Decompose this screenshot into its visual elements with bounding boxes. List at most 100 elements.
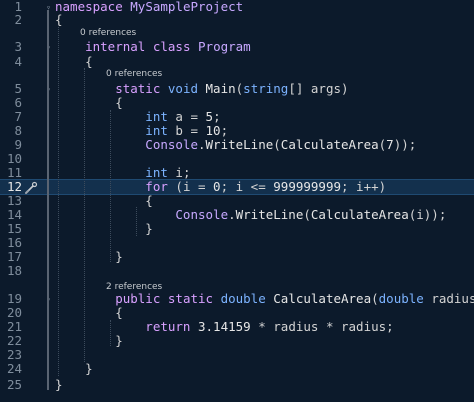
code-text[interactable]: } [55, 362, 93, 376]
code-token: Console [55, 207, 229, 222]
code-token: CalculateArea [280, 137, 379, 152]
code-token: double [220, 291, 266, 306]
code-text[interactable]: namespace MySampleProject [55, 0, 243, 14]
line-number: 16 [6, 235, 22, 250]
code-text[interactable]: } [55, 378, 63, 392]
code-text[interactable]: for (i = 0; i <= 999999999; i++) [55, 180, 386, 194]
code-line-24[interactable]: 24 } [0, 362, 474, 376]
code-line-1[interactable]: 1 namespace MySampleProject [0, 0, 474, 14]
codelens-calculatearea-references[interactable]: 2 references [106, 282, 162, 293]
code-text[interactable]: { [55, 96, 123, 110]
code-token: return [55, 319, 191, 334]
code-text[interactable]: { [55, 194, 153, 208]
code-line-6[interactable]: 6 { [0, 96, 474, 110]
code-text[interactable]: { [55, 306, 123, 320]
code-line-12[interactable]: 12 for (i = 0; i <= 999999999; i++) [0, 179, 474, 195]
outlining-bar [47, 10, 49, 390]
line-number: 25 [6, 377, 22, 392]
code-token: . [198, 137, 206, 152]
code-token: WriteLine [205, 137, 274, 152]
code-line-16[interactable]: 16 [0, 236, 474, 250]
line-number: 4 [14, 54, 22, 69]
code-token: b [175, 123, 183, 138]
code-token: } [55, 249, 123, 264]
indent-guide [110, 320, 111, 346]
code-token: int [55, 109, 168, 124]
code-line-10[interactable]: 10 [0, 152, 474, 166]
code-line-5[interactable]: 5 static void Main(string[] args) [0, 82, 474, 96]
code-text[interactable]: int a = 5; [55, 109, 221, 124]
code-line-15[interactable]: 15 } [0, 222, 474, 236]
code-token: void [167, 81, 198, 96]
line-number: 13 [6, 193, 22, 208]
code-line-23[interactable]: 23 [0, 348, 474, 362]
code-token: (i = [167, 179, 214, 194]
line-number: 9 [14, 137, 22, 152]
code-text[interactable]: int i; [55, 166, 190, 180]
code-token: i; [167, 165, 191, 180]
code-line-7[interactable]: 7 int a = 5; [0, 110, 474, 124]
code-token: internal [55, 39, 146, 54]
code-text[interactable]: Console.WriteLine(CalculateArea(i)); [55, 208, 446, 222]
code-token: CalculateArea [273, 291, 372, 306]
code-line-4[interactable]: 4 { [0, 55, 474, 69]
line-number: 10 [6, 151, 22, 166]
code-line-3[interactable]: 3 internal class Program [0, 40, 474, 54]
code-text[interactable]: } [55, 222, 153, 236]
code-token: = [182, 123, 206, 138]
code-editor[interactable]: 1 namespace MySampleProject 2{ 3 internal c… [0, 0, 474, 402]
code-token: namespace [55, 0, 123, 14]
line-number: 22 [6, 333, 22, 348]
codelens-program-references[interactable]: 0 references [80, 28, 136, 39]
line-number: 15 [6, 221, 22, 236]
code-token: int [55, 165, 168, 180]
code-text[interactable]: public static double CalculateArea(doubl… [55, 292, 474, 306]
code-line-14[interactable]: 14 Console.WriteLine(CalculateArea(i)); [0, 208, 474, 222]
code-text[interactable]: { [55, 13, 63, 27]
code-line-25[interactable]: 25} [0, 378, 474, 392]
code-token: ) [341, 81, 349, 96]
code-token: 5 [205, 109, 214, 124]
code-token: { [55, 12, 63, 27]
code-token: . [228, 207, 236, 222]
code-token: Program [198, 39, 251, 54]
brush-icon[interactable] [24, 181, 38, 195]
code-token: * radius * radius; [250, 319, 394, 334]
code-token: a [175, 109, 183, 124]
code-text[interactable]: static void Main(string[] args) [55, 81, 349, 96]
code-token: ( [371, 291, 379, 306]
codelens-main-references[interactable]: 0 references [106, 69, 162, 80]
code-token: for [55, 179, 168, 194]
line-number: 8 [14, 123, 22, 138]
code-token: } [55, 361, 93, 376]
code-line-13[interactable]: 13 { [0, 194, 474, 208]
code-line-11[interactable]: 11 int i; [0, 166, 474, 180]
code-line-2[interactable]: 2{ [0, 13, 474, 27]
line-number: 11 [6, 165, 22, 180]
code-line-17[interactable]: 17 } [0, 250, 474, 264]
code-token: radius) [431, 291, 474, 306]
code-text[interactable]: } [55, 250, 123, 264]
code-token: Console [55, 137, 198, 152]
code-token: class [152, 39, 191, 54]
code-line-22[interactable]: 22 } [0, 334, 474, 348]
code-token: ; [213, 109, 221, 124]
code-line-20[interactable]: 20 { [0, 306, 474, 320]
code-text[interactable]: return 3.14159 * radius * radius; [55, 319, 394, 334]
code-text[interactable]: } [55, 334, 123, 348]
code-token: 7 [386, 137, 394, 152]
line-number: 21 [6, 319, 22, 334]
code-line-21[interactable]: 21 return 3.14159 * radius * radius; [0, 320, 474, 334]
code-text[interactable]: int b = 10; [55, 124, 228, 138]
code-text[interactable]: { [55, 55, 93, 69]
code-line-8[interactable]: 8 int b = 10; [0, 124, 474, 138]
code-line-9[interactable]: 9 Console.WriteLine(CalculateArea(7)); [0, 138, 474, 152]
code-line-19[interactable]: 19 public static double CalculateArea(do… [0, 292, 474, 306]
code-line-18[interactable]: 18 [0, 264, 474, 278]
code-text[interactable]: internal class Program [55, 40, 251, 54]
line-number: 6 [14, 95, 22, 110]
code-token: { [55, 193, 153, 208]
code-token: static [167, 291, 214, 306]
